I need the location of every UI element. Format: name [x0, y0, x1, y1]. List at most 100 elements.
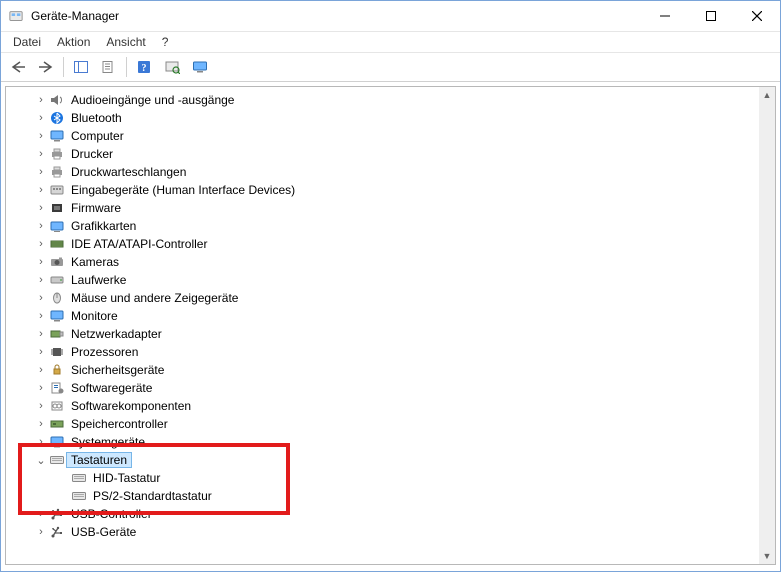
tree-row-label[interactable]: Audioeingänge und -ausgänge	[66, 92, 239, 108]
menu-help[interactable]: ?	[154, 33, 177, 51]
tree-row[interactable]: › Softwarekomponenten	[12, 397, 759, 415]
tree-row-label[interactable]: Monitore	[66, 308, 123, 324]
caret-right-icon[interactable]: ›	[34, 436, 48, 448]
caret-right-icon[interactable]: ›	[34, 292, 48, 304]
caret-right-icon[interactable]: ›	[34, 364, 48, 376]
tree-row[interactable]: › USB-Controller	[12, 505, 759, 523]
tree-row-label[interactable]: Mäuse und andere Zeigegeräte	[66, 290, 243, 306]
caret-right-icon[interactable]: ›	[34, 508, 48, 520]
tree-row[interactable]: › IDE ATA/ATAPI-Controller	[12, 235, 759, 253]
content-area: › Audioeingänge und -ausgänge › Bluetooth › C…	[1, 82, 780, 571]
toolbar-display-button[interactable]	[187, 54, 213, 80]
tree-row-label[interactable]: Kameras	[66, 254, 124, 270]
toolbar-help-button[interactable]: ?	[131, 54, 157, 80]
display-icon	[192, 60, 208, 74]
tree-row[interactable]: › Sicherheitsgeräte	[12, 361, 759, 379]
tree-row-label[interactable]: Speichercontroller	[66, 416, 173, 432]
caret-right-icon[interactable]: ›	[34, 220, 48, 232]
tree-row-label[interactable]: Druckwarteschlangen	[66, 164, 191, 180]
display-adapter-icon	[48, 219, 66, 233]
tree-row-label[interactable]: Sicherheitsgeräte	[66, 362, 169, 378]
tree-row[interactable]: › Kameras	[12, 253, 759, 271]
tree-row[interactable]: › Mäuse und andere Zeigegeräte	[12, 289, 759, 307]
caret-right-icon[interactable]: ›	[34, 418, 48, 430]
show-pane-icon	[73, 60, 89, 74]
tree-row-label[interactable]: Drucker	[66, 146, 118, 162]
caret-right-icon[interactable]: ›	[34, 166, 48, 178]
minimize-button[interactable]	[642, 1, 688, 31]
scroll-down-button[interactable]: ▼	[759, 548, 775, 564]
print-queue-icon	[48, 165, 66, 179]
tree-row-label[interactable]: Grafikkarten	[66, 218, 141, 234]
tree-row-label[interactable]: Softwarekomponenten	[66, 398, 196, 414]
tree-row[interactable]: › Softwaregeräte	[12, 379, 759, 397]
toolbar-separator	[126, 57, 127, 77]
tree-row-label[interactable]: Netzwerkadapter	[66, 326, 167, 342]
toolbar-back-button[interactable]	[5, 54, 31, 80]
vertical-scrollbar[interactable]: ▲ ▼	[759, 87, 775, 564]
toolbar-forward-button[interactable]	[33, 54, 59, 80]
toolbar-properties-button[interactable]	[96, 54, 122, 80]
tree-row-label[interactable]: USB-Geräte	[66, 524, 141, 540]
caret-right-icon[interactable]: ›	[34, 400, 48, 412]
tree-row-label[interactable]: Systemgeräte	[66, 434, 150, 450]
tree-row[interactable]: › Audioeingänge und -ausgänge	[12, 91, 759, 109]
tree-row-label[interactable]: Computer	[66, 128, 129, 144]
caret-right-icon[interactable]: ›	[34, 202, 48, 214]
tree-row[interactable]: › Monitore	[12, 307, 759, 325]
caret-right-icon[interactable]: ›	[34, 94, 48, 106]
menu-file[interactable]: Datei	[5, 33, 49, 51]
tree-row-label[interactable]: IDE ATA/ATAPI-Controller	[66, 236, 212, 252]
caret-right-icon[interactable]: ›	[34, 382, 48, 394]
tree-row[interactable]: › Prozessoren	[12, 343, 759, 361]
toolbar-scan-button[interactable]	[159, 54, 185, 80]
caret-right-icon[interactable]: ›	[34, 526, 48, 538]
tree-row[interactable]: › Grafikkarten	[12, 217, 759, 235]
caret-right-icon[interactable]: ›	[34, 238, 48, 250]
tree-row[interactable]: ›PS/2-Standardtastatur	[12, 487, 759, 505]
menu-action[interactable]: Aktion	[49, 33, 98, 51]
tree-row[interactable]: › Laufwerke	[12, 271, 759, 289]
menu-bar: Datei Aktion Ansicht ?	[1, 32, 780, 53]
tree-row[interactable]: › Netzwerkadapter	[12, 325, 759, 343]
tree-row[interactable]: › Firmware	[12, 199, 759, 217]
caret-down-icon[interactable]: ⌄	[34, 454, 48, 467]
tree-row[interactable]: › Systemgeräte	[12, 433, 759, 451]
menu-view[interactable]: Ansicht	[98, 33, 153, 51]
tree-row-label[interactable]: Softwaregeräte	[66, 380, 157, 396]
tree-row[interactable]: › USB-Geräte	[12, 523, 759, 541]
maximize-button[interactable]	[688, 1, 734, 31]
caret-right-icon[interactable]: ›	[34, 310, 48, 322]
scroll-up-button[interactable]: ▲	[759, 87, 775, 103]
tree-row-label[interactable]: HID-Tastatur	[88, 470, 165, 486]
tree-row-label[interactable]: Tastaturen	[66, 452, 132, 468]
tree-row-label[interactable]: Eingabegeräte (Human Interface Devices)	[66, 182, 300, 198]
tree-row[interactable]: › Eingabegeräte (Human Interface Devices)	[12, 181, 759, 199]
caret-right-icon[interactable]: ›	[34, 148, 48, 160]
caret-right-icon[interactable]: ›	[34, 328, 48, 340]
close-button[interactable]	[734, 1, 780, 31]
tree-row[interactable]: › Drucker	[12, 145, 759, 163]
tree-row[interactable]: › Druckwarteschlangen	[12, 163, 759, 181]
tree-row[interactable]: ⌄ Tastaturen	[12, 451, 759, 469]
scroll-track[interactable]	[759, 103, 775, 548]
tree-row-label[interactable]: Firmware	[66, 200, 126, 216]
caret-right-icon[interactable]: ›	[34, 130, 48, 142]
tree-row-label[interactable]: Laufwerke	[66, 272, 131, 288]
device-tree[interactable]: › Audioeingänge und -ausgänge › Bluetooth › C…	[6, 87, 759, 564]
tree-row-label[interactable]: PS/2-Standardtastatur	[88, 488, 217, 504]
tree-row-label[interactable]: Prozessoren	[66, 344, 143, 360]
caret-right-icon[interactable]: ›	[34, 256, 48, 268]
tree-row[interactable]: › Speichercontroller	[12, 415, 759, 433]
caret-right-icon[interactable]: ›	[34, 346, 48, 358]
caret-right-icon[interactable]: ›	[34, 112, 48, 124]
tree-row[interactable]: ›HID-Tastatur	[12, 469, 759, 487]
security-device-icon	[48, 363, 66, 377]
toolbar-show-pane-button[interactable]	[68, 54, 94, 80]
caret-right-icon[interactable]: ›	[34, 184, 48, 196]
caret-right-icon[interactable]: ›	[34, 274, 48, 286]
tree-row-label[interactable]: USB-Controller	[66, 506, 157, 522]
tree-row[interactable]: › Bluetooth	[12, 109, 759, 127]
tree-row[interactable]: › Computer	[12, 127, 759, 145]
tree-row-label[interactable]: Bluetooth	[66, 110, 127, 126]
